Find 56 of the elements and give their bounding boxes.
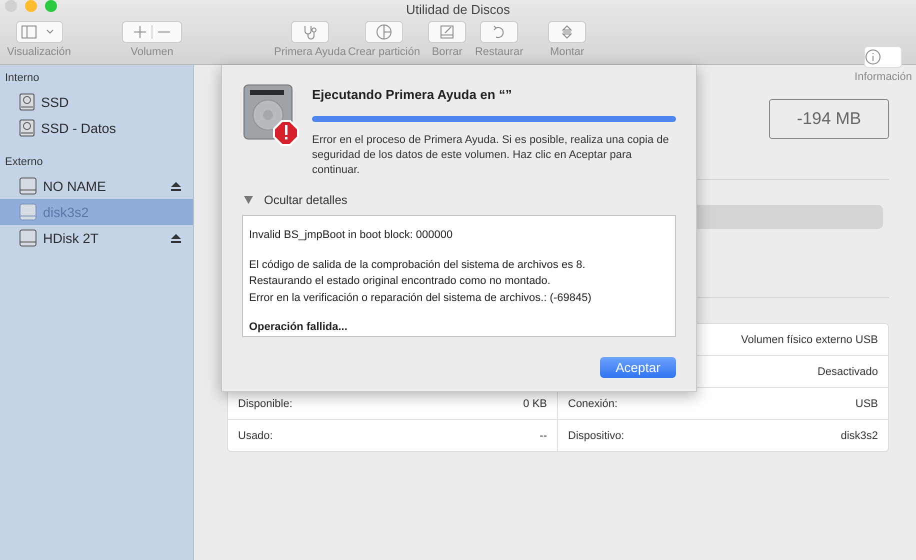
toolbar-button[interactable]	[365, 21, 404, 43]
sidebar-item[interactable]: HDisk 2T	[0, 225, 193, 251]
capacity-box: -194 MB	[769, 99, 889, 139]
sidebar-item[interactable]: NO NAME	[0, 173, 193, 199]
info-value: Volumen físico externo USB	[741, 334, 878, 346]
pie-chart-icon	[376, 24, 392, 40]
sidebar-item[interactable]: SSD - Datos	[0, 115, 193, 141]
info-icon	[865, 49, 882, 65]
error-message: Error en el proceso de Primera Ayuda. Si es posible, realiza una copia de seguridad de los datos de este volumen. Haz clic en Aceptar para continuar.	[312, 133, 670, 178]
hard-drive-icon	[19, 93, 35, 111]
eject-icon[interactable]	[171, 182, 181, 190]
info-value: Desactivado	[817, 366, 878, 378]
toolbar-label: Información	[854, 71, 912, 83]
toolbar-button[interactable]	[548, 21, 586, 43]
log-line: El código de salida de la comprobación del sistema de archivos es 8.	[249, 258, 586, 272]
toolbar-label: Primera Ayuda	[274, 46, 346, 58]
toolbar-button[interactable]	[428, 21, 466, 43]
toolbar-label: Borrar	[432, 46, 462, 58]
dialog-title: Ejecutando Primera Ayuda en “”	[312, 87, 513, 102]
eraser-icon	[439, 24, 456, 40]
toolbar-label: Restaurar	[474, 46, 524, 58]
toolbar-label: Crear partición	[348, 46, 420, 58]
section-heading: Interno	[4, 72, 40, 86]
mount-icon	[561, 24, 574, 40]
window-title: Utilidad de Discos	[406, 2, 510, 16]
toolbar-button[interactable]	[16, 21, 62, 43]
disclosure-triangle-icon	[244, 196, 253, 204]
drive-icon	[19, 203, 37, 221]
hard-drive-icon	[19, 119, 35, 137]
info-label: Usado:	[238, 430, 273, 442]
info-label: Dispositivo:	[568, 430, 624, 442]
toolbar-label: Montar	[550, 46, 584, 58]
drive-icon	[19, 229, 37, 247]
toolbar-button[interactable]	[480, 21, 518, 43]
toolbar-button[interactable]	[864, 46, 902, 68]
section-heading: Externo	[4, 156, 44, 170]
zoom-button[interactable]	[45, 0, 57, 12]
log-line: Operación fallida...	[249, 320, 348, 335]
log-line: Invalid BS_jmpBoot in boot block: 000000	[249, 228, 454, 243]
sidebar-item[interactable]: SSD	[0, 89, 193, 115]
info-value: --	[540, 430, 547, 442]
toolbar-button[interactable]	[122, 21, 182, 43]
info-label: Conexión:	[568, 398, 618, 410]
stethoscope-icon	[302, 24, 318, 40]
info-value: 0 KB	[523, 398, 547, 410]
info-label: Disponible:	[238, 398, 292, 410]
log-line: Restaurando el estado original encontrado como no montado.	[249, 274, 552, 289]
log-line: Error en la verificación o reparación del sistema de archivos.: (-69845)	[249, 290, 592, 306]
toolbar-button[interactable]	[290, 21, 329, 43]
info-value: disk3s2	[840, 430, 878, 442]
toolbar-label: Volumen	[130, 46, 174, 58]
toolbar-label: Visualización	[6, 46, 71, 58]
eject-icon[interactable]	[171, 234, 181, 242]
info-value: USB	[855, 398, 878, 410]
details-toggle[interactable]: Ocultar detalles	[242, 193, 348, 207]
drive-icon	[19, 177, 37, 195]
